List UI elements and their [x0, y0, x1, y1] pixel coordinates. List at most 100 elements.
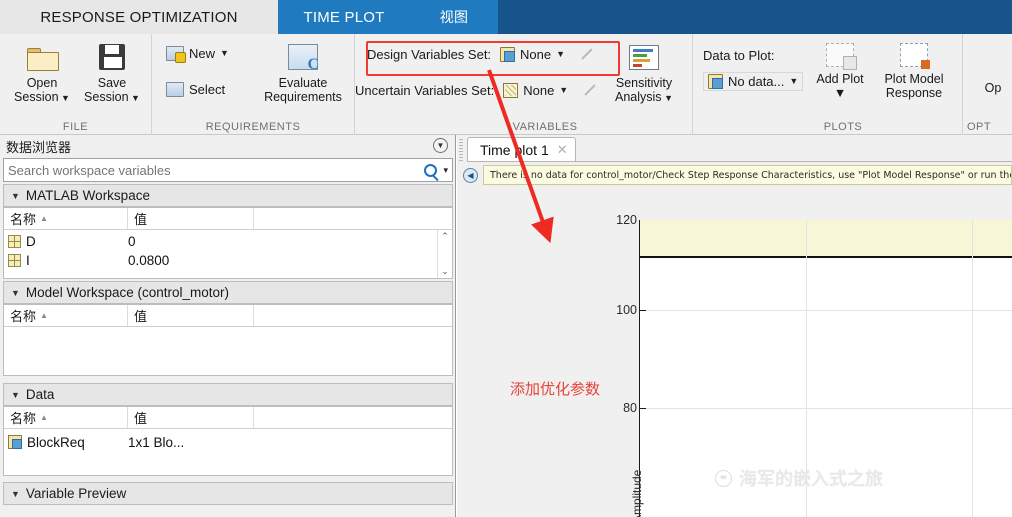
tab-time-plot[interactable]: TIME PLOT: [278, 0, 410, 34]
close-icon[interactable]: ✕: [557, 142, 568, 158]
table-row[interactable]: D 0: [4, 232, 452, 251]
column-header-name-label: 名称: [10, 309, 37, 324]
chevron-down-icon[interactable]: ▼: [129, 93, 140, 103]
variable-value: 0.0800: [128, 253, 170, 268]
annotation-text: 添加优化参数: [510, 380, 601, 398]
column-header-value-label: 值: [134, 411, 148, 426]
vertical-scrollbar[interactable]: ⌃ ⌄: [437, 230, 452, 278]
design-variables-icon: [500, 46, 516, 62]
section-title: Model Workspace (control_motor): [25, 285, 229, 300]
plot-model-response-button[interactable]: Plot Model Response: [873, 38, 955, 100]
chevron-down-icon[interactable]: ▼: [11, 489, 20, 499]
scroll-down-icon[interactable]: ⌄: [441, 266, 449, 277]
grid-header-row: 名称 ▲ 值: [4, 208, 452, 230]
chevron-down-icon[interactable]: ▼: [662, 93, 673, 103]
table-row[interactable]: I 0.0800: [4, 251, 452, 270]
evaluate-requirements-button[interactable]: Evaluate Requirements: [258, 38, 348, 104]
chevron-down-icon[interactable]: ▼: [809, 86, 871, 100]
tab-response-optimization[interactable]: RESPONSE OPTIMIZATION: [0, 0, 278, 34]
tab-label: TIME PLOT: [303, 8, 385, 26]
data-to-plot-value: No data...: [728, 74, 785, 89]
pencil-icon[interactable]: [583, 82, 599, 98]
plot-document-panel: Time plot 1 ✕ ◀ There is no data for con…: [457, 135, 1012, 517]
column-header-name[interactable]: 名称 ▲: [4, 208, 128, 229]
open-session-label-1: Open: [26, 76, 58, 90]
document-tab-time-plot-1[interactable]: Time plot 1 ✕: [467, 137, 576, 162]
section-header-matlab-workspace[interactable]: ▼ MATLAB Workspace: [3, 184, 453, 207]
chevron-down-icon[interactable]: ▼: [59, 93, 70, 103]
section-title: Variable Preview: [25, 486, 127, 501]
add-plot-button[interactable]: Add Plot ▼: [809, 38, 871, 100]
search-icon[interactable]: [424, 163, 438, 177]
panel-drag-handle[interactable]: [459, 139, 463, 161]
column-header-name[interactable]: 名称 ▲: [4, 305, 128, 326]
evaluate-requirements-label-1: Evaluate: [278, 76, 328, 90]
variable-icon: [8, 254, 21, 267]
y-axis-tick-mark: [640, 310, 646, 311]
section-header-variable-preview[interactable]: ▼ Variable Preview: [3, 482, 453, 505]
save-session-button[interactable]: Save Session ▼: [78, 38, 146, 104]
variable-value: 0: [128, 234, 136, 249]
y-axis-tick-label: 120: [616, 213, 637, 227]
tab-view[interactable]: 视图: [410, 0, 498, 34]
data-to-plot-label-row: Data to Plot:: [703, 48, 775, 63]
select-requirement-label: Select: [189, 82, 226, 97]
add-plot-icon: [809, 38, 871, 72]
variable-name: I: [26, 253, 30, 268]
select-requirement-icon: [166, 82, 184, 97]
add-plot-label: Add Plot: [816, 72, 864, 86]
uncertain-variables-set-value[interactable]: None: [523, 83, 554, 98]
scroll-up-icon[interactable]: ⌃: [441, 231, 449, 242]
section-title: MATLAB Workspace: [25, 188, 150, 203]
wechat-icon: ≈: [715, 469, 732, 487]
chevron-down-icon[interactable]: ▼: [11, 390, 20, 400]
optimize-label: Op: [984, 81, 1002, 95]
ribbon-tabstrip: RESPONSE OPTIMIZATION TIME PLOT 视图: [0, 0, 1012, 34]
chevron-down-icon[interactable]: ▼: [789, 77, 798, 86]
chevron-down-icon[interactable]: ▼: [11, 191, 20, 201]
column-header-value-label: 值: [134, 309, 148, 324]
sort-ascending-icon: ▲: [40, 214, 48, 223]
sensitivity-analysis-label-1: Sensitivity: [615, 76, 673, 90]
section-header-model-workspace[interactable]: ▼ Model Workspace (control_motor): [3, 281, 453, 304]
column-header-value[interactable]: 值: [128, 407, 254, 428]
column-header-name[interactable]: 名称 ▲: [4, 407, 128, 428]
save-session-label-2: Session: [84, 90, 129, 104]
open-session-button[interactable]: Open Session ▼: [8, 38, 76, 104]
dock-menu-icon[interactable]: ▼: [433, 138, 448, 153]
chevron-down-icon[interactable]: ▼: [559, 85, 568, 95]
watermark-text: 海军的嵌入式之旅: [739, 469, 883, 490]
design-variables-set-row[interactable]: Design Variables Set: None ▼: [367, 46, 596, 62]
sensitivity-analysis-icon: [603, 38, 685, 76]
new-requirement-button[interactable]: New ▼: [166, 46, 229, 63]
sensitivity-analysis-button[interactable]: Sensitivity Analysis ▼: [603, 38, 685, 104]
uncertain-variables-set-row[interactable]: Uncertain Variables Set: None ▼: [355, 82, 599, 98]
group-label-optimization: OPT: [967, 121, 992, 133]
warning-message-row: ◀ There is no data for control_motor/Che…: [463, 164, 1012, 186]
column-header-extra: [254, 305, 452, 326]
tab-label: 视图: [439, 9, 469, 25]
section-header-data[interactable]: ▼ Data: [3, 383, 453, 406]
column-header-value[interactable]: 值: [128, 208, 254, 229]
optimize-button[interactable]: Op: [971, 38, 1012, 95]
evaluate-requirements-label-2: Requirements: [264, 90, 342, 104]
chevron-down-icon[interactable]: ▼: [11, 288, 20, 298]
requirement-band-upper: [640, 220, 1012, 258]
search-input[interactable]: [8, 162, 425, 178]
select-requirement-button[interactable]: Select: [166, 82, 225, 97]
document-tab-underline: [467, 161, 1012, 162]
chevron-down-icon[interactable]: ▾: [443, 165, 448, 175]
data-to-plot-dropdown[interactable]: No data... ▼: [703, 72, 804, 91]
search-workspace-variables[interactable]: ▾: [3, 158, 453, 182]
y-axis-tick-mark: [640, 408, 646, 409]
table-row[interactable]: BlockReq 1x1 Blo...: [4, 431, 452, 453]
new-requirement-label: New: [189, 46, 216, 61]
group-label-plots: PLOTS: [823, 121, 863, 133]
pencil-icon[interactable]: [580, 46, 596, 62]
column-header-value[interactable]: 值: [128, 305, 254, 326]
design-variables-set-value[interactable]: None: [520, 47, 551, 62]
warning-message-text: There is no data for control_motor/Check…: [483, 165, 1012, 185]
chevron-down-icon[interactable]: ▼: [556, 49, 565, 59]
chevron-down-icon[interactable]: ▼: [220, 49, 229, 58]
previous-message-icon[interactable]: ◀: [463, 167, 478, 183]
